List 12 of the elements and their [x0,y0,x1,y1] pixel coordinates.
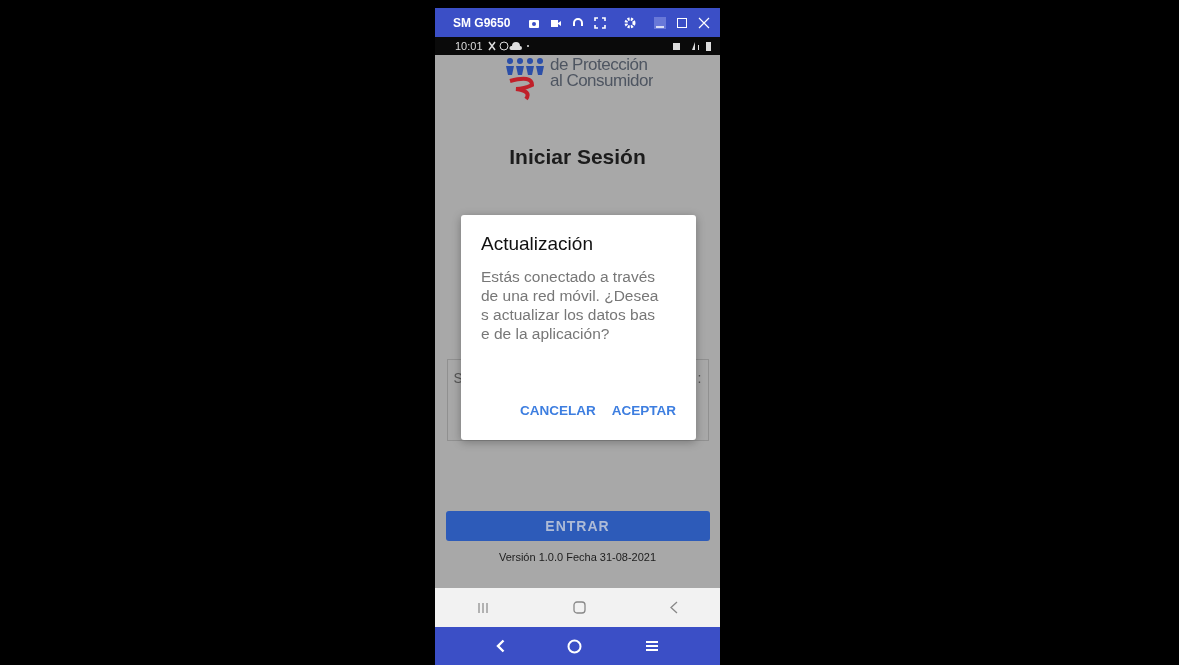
dialog-button[interactable]: CANCELAR [514,399,602,422]
login-button[interactable]: ENTRAR [445,511,710,541]
dialog-button[interactable]: ACEPTAR [605,399,682,422]
status-time: 10:01 [455,40,483,52]
logo-text: de Protección [549,57,649,73]
logo-text: al Consumidor [549,73,654,89]
page-heading: Iniciar Sesión [509,145,646,169]
dialog-message: Estás conectado a través de una red móvil. ¿Deseas actualizar los datos base de la aplicación? [481,267,660,343]
form-text: : [697,370,702,388]
window-title: SM G9650 [453,15,511,30]
dialog-title: Actualización [481,233,594,255]
version-text: Versión 1.0.0 Fecha 31-08-2021 [498,551,657,563]
